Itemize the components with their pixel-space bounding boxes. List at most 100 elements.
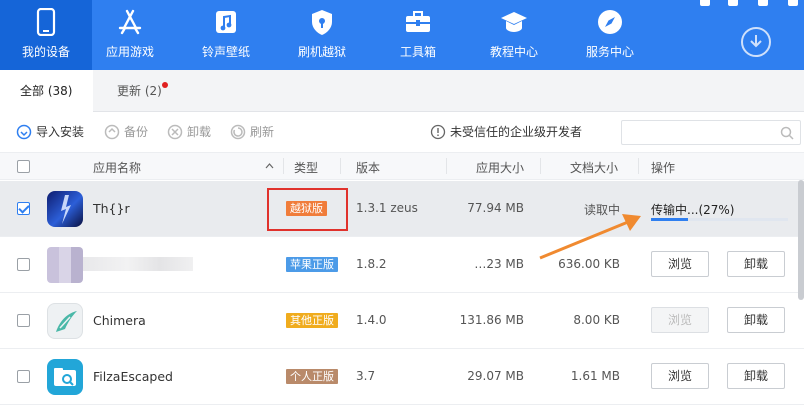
nav-label: 工具箱 [399, 45, 436, 59]
shield-icon [312, 10, 332, 35]
blurred-app-name [83, 257, 193, 271]
close-control-icon[interactable] [788, 0, 798, 6]
version: 3.7 [356, 369, 376, 383]
type-badge: 苹果正版 [286, 257, 338, 272]
uninstall-button[interactable]: 卸载 [727, 251, 785, 277]
app-name: Chimera [93, 313, 146, 328]
nav-service-center[interactable]: 服务中心 [564, 0, 656, 70]
nav-label: 教程中心 [489, 45, 538, 59]
transfer-progress-bar [651, 218, 788, 221]
toolbox-icon [406, 11, 430, 32]
nav-label: 铃声壁纸 [201, 45, 250, 59]
annotation-highlight-box [267, 188, 348, 231]
col-doc-size-header: 文档大小 [570, 161, 619, 175]
table-row[interactable]: Th{}r 越狱版 1.3.1 zeus 77.94 MB 读取中 传输中...… [0, 181, 804, 237]
doc-size: 读取中 [583, 203, 620, 217]
backup-button[interactable]: 备份 [104, 123, 148, 141]
phone-icon [36, 8, 56, 36]
row-checkbox[interactable] [17, 370, 30, 383]
filza-app-icon [47, 359, 83, 395]
uninstall-icon [167, 124, 183, 140]
type-badge: 其他正版 [286, 313, 338, 328]
nav-label: 刷机越狱 [297, 45, 346, 59]
doc-size: 8.00 KB [573, 313, 620, 327]
nav-ringtones-wallpapers[interactable]: 铃声壁纸 [180, 0, 272, 70]
column-divider [340, 158, 341, 174]
row-checkbox[interactable] [17, 314, 30, 327]
search-icon [780, 126, 794, 140]
browse-button[interactable]: 浏览 [651, 251, 709, 277]
import-install-label: 导入安装 [36, 125, 85, 139]
refresh-button[interactable]: 刷新 [230, 123, 274, 141]
music-icon [216, 11, 236, 33]
blurred-app-icon [47, 247, 83, 283]
tab-bar: 全部 (38) 更新 (2) [0, 70, 804, 113]
tab-all[interactable]: 全部 (38) [0, 70, 93, 113]
app-store-icon [118, 9, 142, 35]
type-badge: 个人正版 [286, 369, 338, 384]
graduation-cap-icon [501, 12, 527, 32]
nav-label: 应用游戏 [105, 45, 154, 59]
doc-size: 1.61 MB [570, 369, 620, 383]
uninstall-button[interactable]: 卸载 [727, 307, 785, 333]
menu-control-icon[interactable] [700, 0, 710, 6]
column-divider [446, 158, 447, 174]
import-icon [16, 124, 32, 140]
update-badge-dot [161, 82, 168, 88]
info-warning-icon [430, 124, 446, 140]
doc-size: 636.00 KB [558, 257, 620, 271]
chimera-app-icon [47, 303, 83, 339]
app-size: 131.86 MB [459, 313, 524, 327]
nav-flash-jailbreak[interactable]: 刷机越狱 [276, 0, 368, 70]
table-row[interactable]: Chimera 其他正版 1.4.0 131.86 MB 8.00 KB 浏览 … [0, 293, 804, 349]
import-install-button[interactable]: 导入安装 [16, 123, 84, 141]
tab-all-label: 全部 (38) [20, 84, 73, 98]
uninstall-button[interactable]: 卸载 [727, 363, 785, 389]
download-icon [750, 35, 762, 48]
thor-app-icon [47, 191, 83, 227]
refresh-label: 刷新 [250, 125, 275, 139]
version: 1.4.0 [356, 313, 387, 327]
download-manager-button[interactable] [741, 27, 771, 57]
backup-label: 备份 [124, 125, 149, 139]
sort-caret-icon[interactable] [265, 163, 274, 169]
column-divider [283, 158, 284, 174]
uninstall-toolbar-button[interactable]: 卸载 [167, 123, 211, 141]
version: 1.8.2 [356, 257, 387, 271]
nav-tutorial-center[interactable]: 教程中心 [468, 0, 560, 70]
tab-updates-label: 更新 (2) [117, 84, 162, 98]
nav-apps-games[interactable]: 应用游戏 [84, 0, 176, 70]
col-version-header: 版本 [356, 161, 381, 175]
select-all-checkbox[interactable] [17, 160, 30, 173]
app-name: Th{}r [93, 201, 130, 216]
table-row[interactable]: FilzaEscaped 个人正版 3.7 29.07 MB 1.61 MB 浏… [0, 349, 804, 405]
col-name-header[interactable]: 应用名称 [93, 159, 141, 176]
vertical-scrollbar[interactable] [798, 180, 804, 300]
nav-my-device[interactable]: 我的设备 [0, 0, 92, 70]
version: 1.3.1 zeus [356, 201, 418, 215]
backup-icon [104, 124, 120, 140]
app-size: …23 MB [474, 257, 524, 271]
row-checkbox[interactable] [17, 202, 30, 215]
nav-label: 服务中心 [585, 45, 634, 59]
browse-button[interactable]: 浏览 [651, 307, 709, 333]
nav-toolbox[interactable]: 工具箱 [372, 0, 464, 70]
transfer-status: 传输中...(27%) [651, 203, 735, 217]
column-divider [540, 158, 541, 174]
minimize-control-icon[interactable] [728, 0, 738, 6]
search-input[interactable] [621, 120, 801, 145]
untrusted-developer-label: 未受信任的企业级开发者 [450, 125, 583, 139]
col-app-size-header: 应用大小 [476, 161, 525, 175]
table-header: 应用名称 类型 版本 应用大小 文档大小 操作 [0, 152, 804, 180]
browse-button[interactable]: 浏览 [651, 363, 709, 389]
untrusted-developer-notice[interactable]: 未受信任的企业级开发者 [430, 123, 582, 141]
table-row[interactable]: 苹果正版 1.8.2 …23 MB 636.00 KB 浏览 卸载 [0, 237, 804, 293]
compass-icon [598, 10, 622, 34]
row-checkbox[interactable] [17, 258, 30, 271]
app-name: FilzaEscaped [93, 369, 173, 384]
tab-updates[interactable]: 更新 (2) [117, 70, 168, 112]
column-divider [638, 158, 639, 174]
maximize-control-icon[interactable] [758, 0, 768, 6]
app-size: 29.07 MB [467, 369, 524, 383]
col-action-header: 操作 [651, 161, 676, 175]
